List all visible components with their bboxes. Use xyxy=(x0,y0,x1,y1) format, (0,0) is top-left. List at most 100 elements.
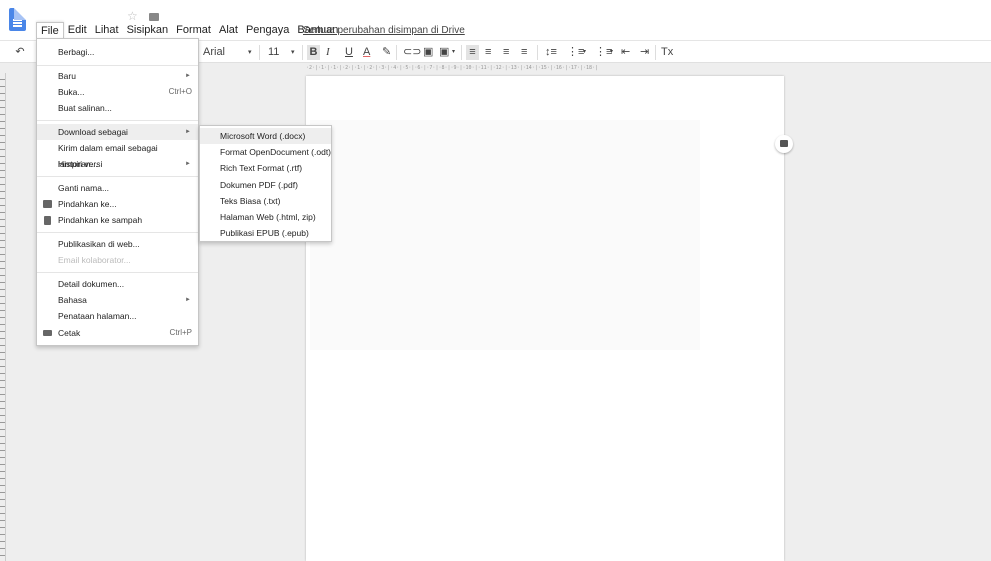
download-docx[interactable]: Microsoft Word (.docx) xyxy=(200,128,331,144)
italic-button[interactable]: I xyxy=(326,45,330,60)
submenu-arrow-icon: ► xyxy=(185,73,191,79)
font-size-chevron-icon[interactable]: ▾ xyxy=(291,45,295,60)
menu-item-print[interactable]: Cetak Ctrl+P xyxy=(37,325,198,341)
text-color-button[interactable]: A xyxy=(363,45,370,60)
insert-image-icon[interactable]: ▣ xyxy=(439,45,449,60)
menu-edit[interactable]: Edit xyxy=(64,22,91,39)
menu-item-move-to[interactable]: Pindahkan ke... xyxy=(37,196,198,212)
font-size-select[interactable]: 11 xyxy=(268,45,279,60)
menu-item-share[interactable]: Berbagi... xyxy=(37,44,198,60)
font-dropdown-chevron-icon[interactable]: ▾ xyxy=(248,45,252,60)
line-spacing-icon[interactable]: ↕≡ xyxy=(545,45,557,60)
toolbar-divider xyxy=(302,45,303,60)
print-icon xyxy=(43,330,52,336)
menu-item-label: Detail dokumen... xyxy=(58,279,125,289)
download-pdf[interactable]: Dokumen PDF (.pdf) xyxy=(200,177,331,193)
toolbar-divider xyxy=(655,45,656,60)
horizontal-ruler[interactable]: ·2·|·1·|·1·|·2·|·1·|·2·|·3·|·4·|·5·|·6·|… xyxy=(306,63,784,73)
menu-item-document-details[interactable]: Detail dokumen... xyxy=(37,276,198,292)
menu-item-label: Buat salinan... xyxy=(58,103,112,113)
bold-button[interactable]: B xyxy=(307,45,320,60)
insert-comment-icon[interactable]: ▣ xyxy=(423,45,433,60)
menu-item-label: Email kolaborator... xyxy=(58,255,131,265)
submenu-arrow-icon: ► xyxy=(185,129,191,135)
undo-icon[interactable]: ↶ xyxy=(14,45,26,60)
shortcut-label: Ctrl+P xyxy=(169,328,192,337)
menu-format[interactable]: Format xyxy=(172,22,215,39)
menu-item-label: Pindahkan ke sampah xyxy=(58,215,143,225)
file-menu: Berbagi... Baru ► Buka... Ctrl+O Buat sali… xyxy=(36,38,199,346)
toolbar-divider xyxy=(461,45,462,60)
star-icon[interactable]: ☆ xyxy=(127,9,138,23)
menu-item-label: Penataan halaman... xyxy=(58,311,137,321)
image-chevron-icon[interactable]: ▾ xyxy=(452,45,455,60)
trash-icon xyxy=(44,216,51,225)
menu-item-email-attachment[interactable]: Kirim dalam email sebagai lampiran... xyxy=(37,140,198,169)
save-status-link[interactable]: Semua perubahan disimpan di Drive xyxy=(303,25,465,36)
title-icons: ☆ xyxy=(127,9,167,23)
submenu-arrow-icon: ► xyxy=(185,161,191,167)
submenu-arrow-icon: ► xyxy=(185,297,191,303)
vertical-ruler[interactable] xyxy=(0,73,6,561)
menu-item-version-history[interactable]: Histori versi ► xyxy=(37,156,198,172)
numbered-list-chevron-icon[interactable]: ▾ xyxy=(583,45,586,60)
link-icon[interactable]: ⊂⊃ xyxy=(403,45,421,60)
menu-item-language[interactable]: Bahasa ► xyxy=(37,292,198,308)
menu-item-label: Berbagi... xyxy=(58,47,95,57)
menu-item-open[interactable]: Buka... Ctrl+O xyxy=(37,84,198,100)
menu-item-email-collaborators: Email kolaborator... xyxy=(37,252,198,268)
title-bar: ☆ File Edit Lihat Sisipkan Format Alat P… xyxy=(0,0,991,40)
download-rtf[interactable]: Rich Text Format (.rtf) xyxy=(200,160,331,176)
menu-divider xyxy=(37,120,198,121)
menu-item-make-copy[interactable]: Buat salinan... xyxy=(37,100,198,116)
underline-button[interactable]: U xyxy=(345,45,353,60)
folder-icon[interactable] xyxy=(149,12,160,21)
menu-item-page-setup[interactable]: Penataan halaman... xyxy=(37,308,198,324)
menu-divider xyxy=(37,272,198,273)
toolbar-divider xyxy=(537,45,538,60)
font-select[interactable]: Arial xyxy=(203,45,225,60)
menu-file[interactable]: File xyxy=(36,22,64,39)
shortcut-label: Ctrl+O xyxy=(168,87,192,96)
justify-icon[interactable]: ≡ xyxy=(521,45,527,60)
document-content-area[interactable] xyxy=(310,120,700,350)
align-right-icon[interactable]: ≡ xyxy=(503,45,509,60)
menu-view[interactable]: Lihat xyxy=(91,22,123,39)
menu-tools[interactable]: Alat xyxy=(215,22,242,39)
align-center-icon[interactable]: ≡ xyxy=(485,45,491,60)
menu-bar: File Edit Lihat Sisipkan Format Alat Pen… xyxy=(36,22,342,39)
toolbar-divider xyxy=(259,45,260,60)
numbered-list-icon[interactable]: ⋮≡ xyxy=(567,45,584,60)
menu-addons[interactable]: Pengaya xyxy=(242,22,293,39)
add-comment-icon[interactable] xyxy=(775,135,793,153)
menu-item-label: Cetak xyxy=(58,328,81,338)
download-odt[interactable]: Format OpenDocument (.odt) xyxy=(200,144,331,160)
download-epub[interactable]: Publikasi EPUB (.epub) xyxy=(200,225,331,241)
menu-item-label: Pindahkan ke... xyxy=(58,199,117,209)
download-txt[interactable]: Teks Biasa (.txt) xyxy=(200,193,331,209)
menu-item-new[interactable]: Baru ► xyxy=(37,68,198,84)
menu-item-label: Baru xyxy=(58,71,76,81)
clear-formatting-button[interactable]: Tx xyxy=(661,45,673,60)
bulleted-list-chevron-icon[interactable]: ▾ xyxy=(610,45,613,60)
menu-insert[interactable]: Sisipkan xyxy=(123,22,173,39)
menu-item-label: Publikasikan di web... xyxy=(58,239,140,249)
menu-divider xyxy=(37,232,198,233)
docs-logo-icon[interactable] xyxy=(9,8,26,31)
menu-item-label: Bahasa xyxy=(58,295,87,305)
menu-item-move-to-trash[interactable]: Pindahkan ke sampah xyxy=(37,212,198,228)
menu-divider xyxy=(37,176,198,177)
folder-icon xyxy=(43,200,52,208)
menu-divider xyxy=(37,65,198,66)
menu-item-download-as[interactable]: Download sebagai ► xyxy=(37,124,198,140)
menu-item-label: Buka... xyxy=(58,87,85,97)
highlight-pen-icon[interactable]: ✎ xyxy=(382,45,391,60)
menu-item-rename[interactable]: Ganti nama... xyxy=(37,180,198,196)
increase-indent-icon[interactable]: ⇥ xyxy=(640,45,649,60)
download-submenu: Microsoft Word (.docx) Format OpenDocume… xyxy=(199,125,332,242)
menu-item-label: Ganti nama... xyxy=(58,183,110,193)
align-left-icon[interactable]: ≡ xyxy=(466,45,479,60)
menu-item-publish-web[interactable]: Publikasikan di web... xyxy=(37,236,198,252)
download-html[interactable]: Halaman Web (.html, zip) xyxy=(200,209,331,225)
decrease-indent-icon[interactable]: ⇤ xyxy=(621,45,630,60)
